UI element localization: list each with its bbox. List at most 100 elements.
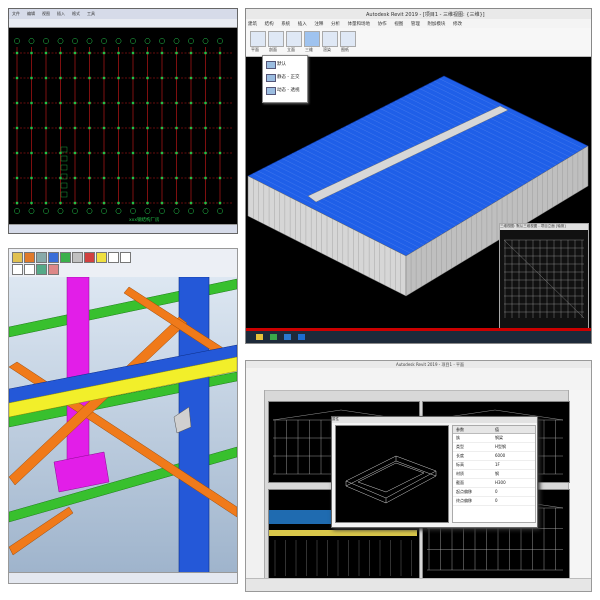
grid-bubble [28,38,35,44]
plate-icon[interactable] [72,252,83,263]
zoom-icon[interactable] [24,264,35,275]
props-row[interactable]: 类型 H型钢 [453,443,535,452]
cad-menu-5[interactable]: 格式 [72,11,80,17]
props-param: 标高 [456,462,464,467]
cad-window: 文件 编辑 视图 插入 格式 工具 xxx钢结构厂房 [8,8,238,234]
browser-icon[interactable] [284,334,291,340]
column-marker [102,201,106,205]
inset-3d-view[interactable]: 三维视图: 默认三维视图 - 项目立面 [轴测] [499,223,589,329]
revit-menu-item[interactable]: 体量和场地 [348,21,371,27]
props-value[interactable]: 0 [495,489,498,494]
column-marker [146,51,149,55]
elevation-view-button[interactable] [286,31,302,47]
cad-menu-3[interactable]: 视图 [42,11,50,17]
properties-dialog: 属性 参数值族钢梁 类型 H型钢 长度 6000 标高 1F 材质钢截面 H300 起点偏移 0 终点… [331,416,538,528]
grid-bubble [28,208,35,214]
pan-icon[interactable] [36,264,47,275]
select-icon[interactable] [12,264,23,275]
revit-menu-item[interactable]: 视图 [394,21,403,27]
revit-menu-item[interactable]: 协作 [378,21,387,27]
open-icon[interactable] [24,252,35,263]
grid-bubble [57,208,64,214]
cad-menu-4[interactable]: 插入 [57,11,65,17]
weld-icon[interactable] [96,252,107,263]
column-marker [73,151,77,155]
revit-menu-item[interactable]: 管理 [411,21,420,27]
props-value[interactable]: H型钢 [495,444,506,450]
bolt-icon[interactable] [84,252,95,263]
column-marker [204,101,207,105]
column-marker [189,176,193,180]
column-marker [131,51,135,55]
revit-menu-item[interactable]: 系统 [281,21,290,27]
revit-menu-item[interactable]: 修改 [453,21,462,27]
props-value[interactable]: 钢 [495,471,499,477]
revit-menu-item[interactable]: 建筑 [248,21,257,27]
column-marker [44,151,48,155]
dropdown-item-default[interactable]: 默认 [277,61,286,67]
column-marker [175,76,178,80]
column-marker [102,176,106,180]
props-value[interactable]: 1F [495,462,500,467]
folder-icon[interactable] [256,334,263,340]
cad-menu-1[interactable]: 文件 [12,11,20,17]
revit-app-icon[interactable] [298,334,305,340]
section-view-button[interactable] [268,31,284,47]
revit2-right-panel[interactable] [568,390,591,580]
revit-menu-item[interactable]: 插入 [298,21,307,27]
tekla-toolbar [9,249,237,278]
revit-ribbon: 平面 剖面 立面 三维 渲染 图纸 [246,28,591,57]
revit-menu-item[interactable]: 分析 [331,21,340,27]
props-row[interactable]: 标高 1F [453,461,535,470]
plan-view-button[interactable] [250,31,266,47]
column-marker [117,151,120,155]
column-marker [117,201,120,205]
props-value[interactable]: 0 [495,498,498,503]
revit-menu-item[interactable]: 附加模块 [427,21,445,27]
cad-drawing-area[interactable] [9,27,237,225]
dropdown-item-perspective[interactable]: 动态 - 透视 [277,87,299,93]
props-value[interactable]: H300 [495,480,506,485]
three-d-view-label: 三维 [305,47,313,52]
props-row[interactable]: 材质 钢 [453,470,535,479]
three-d-view-button[interactable] [304,31,320,47]
revit-menu-item[interactable]: 注释 [314,21,323,27]
props-param: 材质 [456,471,464,476]
sheet-button[interactable] [340,31,356,47]
beam-icon[interactable] [48,252,59,263]
props-value[interactable]: 6000 [495,453,505,458]
revit-menu-item[interactable]: 结构 [265,21,274,27]
cad-menu-2[interactable]: 编辑 [27,11,35,17]
column-marker [88,126,91,130]
render-button[interactable] [322,31,338,47]
column-marker [131,101,135,105]
props-row[interactable]: 起点偏移 0 [453,488,535,497]
props-row[interactable]: 终点偏移 0 [453,497,535,506]
column-marker [59,51,62,55]
props-row[interactable]: 截面 H300 [453,479,535,488]
column-marker [15,151,19,155]
dropdown-item-ortho[interactable]: 静态 - 正交 [277,74,299,80]
save-icon[interactable] [12,252,23,263]
dialog-preview[interactable] [335,425,449,523]
tekla-3d-model-view[interactable] [9,277,237,573]
column-marker [102,151,106,155]
props-row[interactable]: 长度 6000 [453,452,535,461]
cad-menu-6[interactable]: 工具 [87,11,95,17]
rotate-icon[interactable] [48,264,59,275]
wechat-icon[interactable] [270,334,277,340]
column-marker [73,51,77,55]
column-icon[interactable] [60,252,71,263]
column-marker [218,51,222,55]
props-value[interactable]: 钢梁 [495,435,503,441]
props-row[interactable]: 族 钢梁 [453,434,535,443]
measure-icon[interactable] [108,252,119,263]
column-marker [175,101,178,105]
column-marker [15,126,19,130]
grid-bubble [86,38,93,44]
revit2-project-browser[interactable] [246,390,265,580]
column-marker [88,76,91,80]
print-icon[interactable] [36,252,47,263]
props-param: 起点偏移 [456,489,472,494]
snap-icon[interactable] [120,252,131,263]
